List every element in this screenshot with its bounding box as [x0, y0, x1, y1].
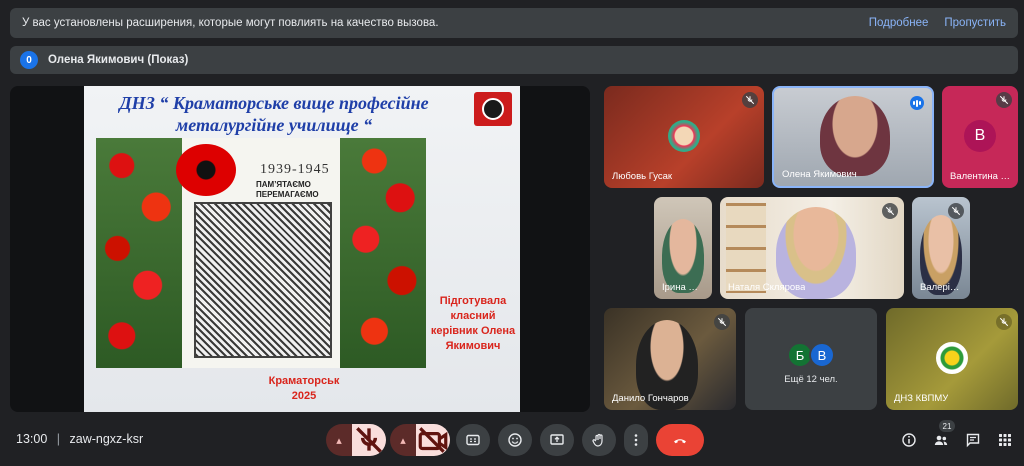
notice-more-link[interactable]: Подробнее: [869, 17, 929, 29]
meeting-time: 13:00: [16, 432, 48, 446]
camera-options-chevron-icon[interactable]: ▴: [390, 424, 416, 456]
meeting-info: 13:00 | zaw-ngxz-ksr: [16, 432, 143, 446]
mic-options-chevron-icon[interactable]: ▴: [326, 424, 352, 456]
mic-toggle-button[interactable]: [352, 424, 386, 456]
presenter-bar: 0 Олена Якимович (Показ): [10, 46, 1018, 74]
avatar: В: [964, 120, 996, 152]
participant-name: Наталя Склярова: [728, 282, 806, 293]
chat-button[interactable]: [961, 428, 985, 452]
presenter-label: Олена Якимович (Показ): [48, 54, 189, 66]
tile-valeriya[interactable]: Валерія…: [912, 197, 970, 299]
present-screen-button[interactable]: [540, 424, 574, 456]
school-logo: [474, 92, 512, 126]
chat-icon: [966, 433, 980, 448]
mic-off-icon: [948, 203, 964, 219]
people-count-badge: 21: [939, 420, 955, 432]
poppies-right: [340, 138, 426, 368]
captions-button[interactable]: [456, 424, 490, 456]
avatar: В: [809, 342, 835, 368]
tile-iryna[interactable]: Ірина Ш…: [654, 197, 712, 299]
notice-message: У вас установлены расширения, которые мо…: [22, 17, 439, 29]
hand-icon: [592, 433, 603, 447]
more-vert-icon: [634, 434, 638, 446]
author-line-3: керівник Олена: [430, 325, 516, 337]
slide-title-line2: металургійне училище “: [175, 115, 373, 135]
more-participants-label: Ещё 12 чел.: [784, 374, 838, 385]
author-line-4: Якимович: [445, 340, 501, 352]
poppy-icon: [176, 144, 236, 196]
slide-title: ДНЗ “ Краматорське вище професійне метал…: [84, 92, 464, 136]
poster-years: 1939-1945: [260, 162, 330, 177]
apps-grid-icon: [999, 434, 1011, 446]
people-button[interactable]: 21: [929, 420, 955, 452]
participant-name: ДНЗ КВПМУ: [894, 393, 949, 404]
captions-icon: [466, 434, 480, 446]
mic-control-group: ▴: [326, 424, 386, 456]
tile-natalya[interactable]: Наталя Склярова: [720, 197, 904, 299]
tile-valentina[interactable]: В Валентина Г…: [942, 86, 1018, 188]
bottom-toolbar: 13:00 | zaw-ngxz-ksr ▴ ▴ 21: [0, 418, 1024, 466]
tile-more-participants[interactable]: Б В Ещё 12 чел.: [745, 308, 877, 410]
war-engraving: [194, 202, 332, 358]
present-icon: [550, 434, 564, 445]
city-name: Краматорськ: [268, 375, 340, 387]
people-icon: [934, 435, 948, 445]
separator: |: [56, 432, 61, 446]
participant-video: [820, 96, 890, 176]
emoji-icon: [508, 433, 522, 447]
mic-off-icon: [356, 427, 382, 453]
presenter-badge: 0: [20, 51, 38, 69]
tile-danylo[interactable]: Данило Гончаров: [604, 308, 736, 410]
presentation-stage[interactable]: ДНЗ “ Краматорське вище професійне метал…: [10, 86, 590, 412]
participant-name: Любовь Гусак: [612, 171, 673, 182]
slide-author: Підготувала класний керівник Олена Якимо…: [430, 294, 516, 354]
presentation-slide: ДНЗ “ Краматорське вище професійне метал…: [84, 86, 520, 412]
slide-title-line1: ДНЗ “ Краматорське вище професійне: [119, 93, 429, 113]
participant-name: Ірина Ш…: [662, 282, 706, 293]
slide-city: Краматорськ 2025: [234, 374, 374, 404]
speaking-icon: [910, 96, 924, 110]
info-icon: [902, 433, 916, 447]
camera-off-icon: [418, 427, 448, 453]
mic-off-icon: [996, 314, 1012, 330]
participant-name: Валерія…: [920, 282, 964, 293]
meet-window: У вас установлены расширения, которые мо…: [0, 0, 1024, 466]
participant-name: Данило Гончаров: [612, 393, 689, 404]
notice-skip-link[interactable]: Пропустить: [944, 17, 1006, 29]
poster-slogan: ПАМ’ЯТАЄМО ПЕРЕМАГАЄМО: [256, 180, 319, 200]
avatar: [668, 120, 700, 152]
participant-name: Валентина Г…: [950, 171, 1012, 182]
camera-control-group: ▴: [390, 424, 450, 456]
mic-off-icon: [742, 92, 758, 108]
tile-lyubov[interactable]: Любовь Гусак: [604, 86, 764, 188]
reactions-button[interactable]: [498, 424, 532, 456]
tile-olena[interactable]: Олена Якимович: [772, 86, 934, 188]
school-emblem-icon: [936, 342, 968, 374]
poster-slogan-2: ПЕРЕМАГАЄМО: [256, 190, 319, 199]
participant-name: Олена Якимович: [782, 169, 857, 180]
mic-off-icon: [996, 92, 1012, 108]
extensions-notice: У вас установлены расширения, которые мо…: [10, 8, 1018, 38]
raise-hand-button[interactable]: [582, 424, 616, 456]
author-line-1: Підготувала: [439, 295, 507, 307]
poster-slogan-1: ПАМ’ЯТАЄМО: [256, 180, 311, 189]
mic-off-icon: [882, 203, 898, 219]
more-options-button[interactable]: [624, 424, 648, 456]
victory-poster: 1939-1945 ПАМ’ЯТАЄМО ПЕРЕМАГАЄМО: [96, 138, 426, 368]
tile-dnz-kvpmu[interactable]: ДНЗ КВПМУ: [886, 308, 1018, 410]
bookshelf: [726, 203, 766, 293]
mic-off-icon: [714, 314, 730, 330]
author-line-2: класний: [450, 310, 496, 322]
camera-toggle-button[interactable]: [416, 424, 450, 456]
meeting-code: zaw-ngxz-ksr: [69, 432, 144, 446]
activities-button[interactable]: [993, 428, 1017, 452]
meeting-details-button[interactable]: [897, 428, 921, 452]
poppies-left: [96, 138, 182, 368]
slide-year: 2025: [291, 390, 317, 402]
hang-up-icon: [674, 439, 686, 444]
leave-call-button[interactable]: [656, 424, 704, 456]
